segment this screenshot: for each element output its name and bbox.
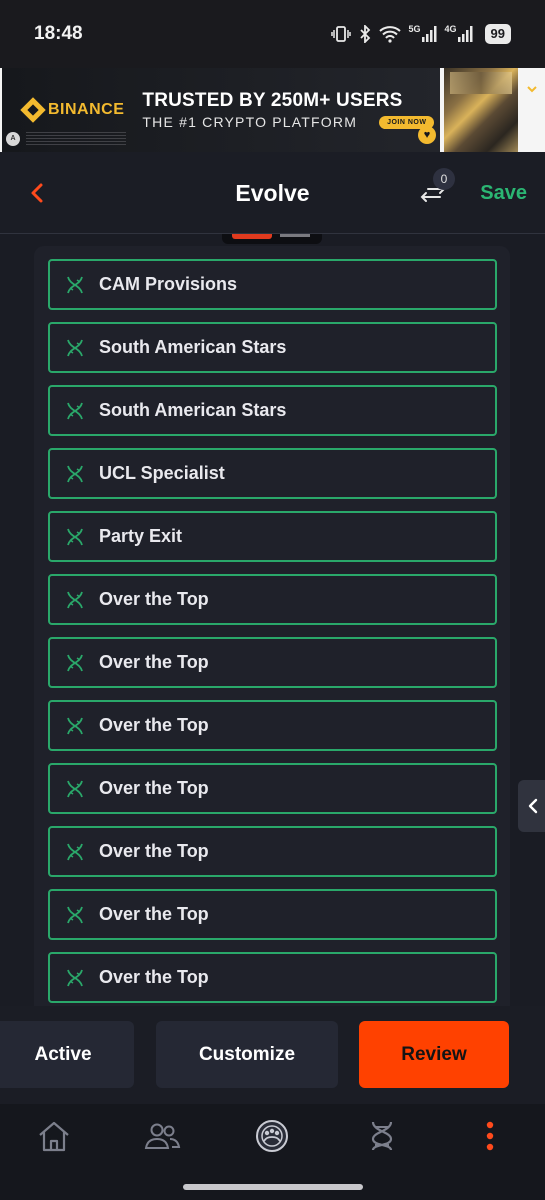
evolution-item[interactable]: CAM Provisions (48, 259, 497, 310)
ad-banner[interactable]: BINANCE TRUSTED BY 250M+ USERS THE #1 CR… (0, 68, 545, 152)
review-button[interactable]: Review (359, 1021, 509, 1088)
ad-headline: TRUSTED BY 250M+ USERS (142, 90, 403, 111)
ad-subline-row: THE #1 CRYPTO PLATFORM JOIN NOW (142, 114, 435, 130)
evolution-item[interactable]: South American Stars (48, 322, 497, 373)
ad-creative[interactable]: BINANCE TRUSTED BY 250M+ USERS THE #1 CR… (2, 68, 440, 152)
ad-subline: THE #1 CRYPTO PLATFORM (142, 114, 358, 130)
evolution-item[interactable]: Party Exit (48, 511, 497, 562)
side-drawer-handle[interactable] (518, 780, 545, 832)
evolutions-icon (371, 1121, 393, 1151)
dna-icon (64, 652, 86, 674)
more-icon (486, 1121, 494, 1151)
evolution-item-label: Over the Top (99, 778, 209, 798)
ad-choices-icon[interactable] (525, 82, 539, 96)
nav-club[interactable] (252, 1116, 292, 1156)
ad-brand: BINANCE (20, 97, 125, 123)
dna-icon (64, 778, 86, 800)
nav-home[interactable] (34, 1116, 74, 1156)
ad-text: TRUSTED BY 250M+ USERS THE #1 CRYPTO PLA… (142, 90, 435, 130)
evolution-item[interactable]: Over the Top (48, 763, 497, 814)
evolution-item-label: Over the Top (99, 589, 209, 609)
evolution-list-area: CAM Provisions South American Stars South … (0, 234, 545, 1006)
evolution-item[interactable]: South American Stars (48, 385, 497, 436)
evolution-item[interactable]: Over the Top (48, 574, 497, 625)
evolution-item-label: Over the Top (99, 904, 209, 924)
battery-indicator: 99 (484, 24, 511, 44)
evolution-list: CAM Provisions South American Stars South … (48, 259, 497, 1006)
home-icon (39, 1121, 69, 1152)
binance-logo-icon (20, 97, 46, 123)
bluetooth-icon (359, 25, 371, 43)
customize-button[interactable]: Customize (156, 1021, 338, 1088)
ad-photo (444, 68, 518, 152)
dna-icon (64, 337, 86, 359)
evolution-item-label: Over the Top (99, 715, 209, 735)
evolution-item[interactable]: Over the Top (48, 889, 497, 940)
network-5g-label: 5G (408, 24, 421, 34)
chevron-left-icon (528, 798, 538, 814)
dna-icon (64, 841, 86, 863)
dna-icon (64, 400, 86, 422)
network-4g-label: 4G (444, 24, 457, 34)
nav-squad[interactable] (142, 1116, 182, 1156)
ad-brand-name: BINANCE (48, 101, 125, 118)
save-button[interactable]: Save (480, 182, 527, 205)
dna-icon (64, 526, 86, 548)
action-bar: Active Customize Review (0, 1006, 545, 1104)
active-button[interactable]: Active (0, 1021, 134, 1088)
evolution-item-label: CAM Provisions (99, 274, 238, 294)
club-icon (256, 1120, 288, 1152)
page-title: Evolve (235, 180, 310, 206)
evolution-item[interactable]: Over the Top (48, 952, 497, 1003)
nav-evolutions[interactable] (362, 1116, 402, 1156)
dna-icon (64, 967, 86, 989)
evolution-item[interactable]: Over the Top (48, 637, 497, 688)
evolution-item-label: UCL Specialist (99, 463, 225, 483)
vibrate-icon (330, 25, 351, 43)
status-icons: 5G 4G 99 (330, 24, 511, 44)
app-header: Evolve (0, 152, 545, 234)
dna-icon (64, 463, 86, 485)
status-time: 18:48 (34, 23, 83, 44)
ad-side-strip (518, 68, 532, 152)
dna-icon (64, 904, 86, 926)
dna-icon (64, 589, 86, 611)
nav-more[interactable] (470, 1116, 510, 1156)
compare-count-badge: 0 (433, 168, 455, 190)
status-bar: 18:48 5G 4G 99 (0, 0, 545, 68)
ad-heart-icon: ♥ (418, 126, 436, 144)
ad-fine-print (26, 132, 126, 146)
people-icon (144, 1123, 181, 1149)
evolution-item[interactable]: Over the Top (48, 700, 497, 751)
dna-icon (64, 715, 86, 737)
evolution-item-label: South American Stars (99, 400, 287, 420)
ad-rating-badge-icon: A (6, 132, 20, 146)
dna-icon (64, 274, 86, 296)
evolution-item-label: Over the Top (99, 652, 209, 672)
signal-4g-icon: 4G (444, 24, 473, 43)
home-indicator[interactable] (183, 1184, 363, 1190)
evolution-item[interactable]: Over the Top (48, 826, 497, 877)
signal-5g-icon: 5G (408, 24, 437, 43)
evolution-item-label: Over the Top (99, 967, 209, 987)
wifi-icon (378, 25, 401, 43)
evolution-item[interactable]: UCL Specialist (48, 448, 497, 499)
player-card-peek[interactable] (222, 234, 322, 244)
evolution-item-label: South American Stars (99, 337, 287, 357)
app-root: 18:48 5G 4G 99 BINANCE TRUSTED BY 250M+ … (0, 0, 545, 1200)
evolution-item-label: Over the Top (99, 841, 209, 861)
evolution-item-label: Party Exit (99, 526, 183, 546)
bottom-nav (0, 1104, 545, 1200)
